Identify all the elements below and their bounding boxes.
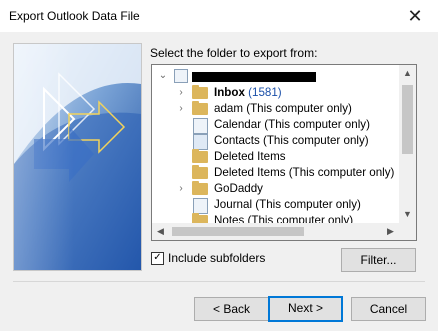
folder-prompt: Select the folder to export from: [150,46,318,60]
journal-icon [193,198,208,214]
include-subfolders-checkbox[interactable]: ✓ [151,251,164,265]
title-bar: Export Outlook Data File ✕ [0,0,438,32]
close-button[interactable]: ✕ [392,0,438,32]
scroll-up-icon[interactable]: ▲ [399,65,416,82]
scroll-corner [399,223,416,240]
folder-icon [192,101,208,115]
tree-item-deleted-items-local[interactable]: Deleted Items (This computer only) [152,165,399,181]
folder-icon [192,165,208,179]
unread-count: (1581) [248,86,282,99]
include-subfolders-label: Include subfolders [168,251,266,265]
tree-item-calendar[interactable]: Calendar (This computer only) [152,117,399,134]
tree-item-deleted-items[interactable]: Deleted Items [152,149,399,165]
wizard-banner-image [13,43,142,271]
tree-item-label: Journal (This computer only) [214,198,361,211]
cancel-button[interactable]: Cancel [351,297,426,321]
folder-icon [192,181,208,195]
mailbox-icon [174,69,188,83]
close-icon: ✕ [407,5,423,26]
notes-icon [192,213,208,223]
tree-item-godaddy[interactable]: › GoDaddy [152,181,399,197]
horizontal-scrollbar[interactable]: ◀ ▶ [152,223,399,240]
scroll-down-icon[interactable]: ▼ [399,206,416,223]
redacted-account-name [192,72,316,82]
chevron-right-icon[interactable]: › [176,181,186,197]
contacts-icon [193,134,208,150]
folder-icon [192,85,208,99]
tree-item-label: Deleted Items [214,150,286,163]
tree-item-adam[interactable]: › adam (This computer only) [152,101,399,117]
tree-item-label: Calendar (This computer only) [214,118,370,131]
tree-item-notes[interactable]: Notes (This computer only) [152,213,399,223]
horizontal-scroll-thumb[interactable] [172,227,304,236]
window-title: Export Outlook Data File [9,9,140,23]
tree-root-row[interactable]: ⌄ [152,68,399,84]
tree-item-label: Deleted Items (This computer only) [214,166,395,179]
folder-tree[interactable]: ⌄ › Inbox (1581) › adam (This computer o… [151,64,417,241]
tree-item-label: Notes (This computer only) [214,214,354,223]
include-subfolders-option[interactable]: ✓ Include subfolders [151,251,265,265]
tree-item-contacts[interactable]: Contacts (This computer only) [152,133,399,150]
chevron-right-icon[interactable]: › [176,101,186,117]
tree-item-label: GoDaddy [214,182,263,195]
filter-button[interactable]: Filter... [341,248,416,272]
tree-item-label: Contacts (This computer only) [214,134,369,147]
tree-item-journal[interactable]: Journal (This computer only) [152,197,399,214]
chevron-right-icon[interactable]: › [176,85,186,101]
scroll-left-icon[interactable]: ◀ [152,223,169,240]
chevron-down-icon[interactable]: ⌄ [158,68,168,84]
back-button[interactable]: < Back [194,297,269,321]
calendar-icon [193,118,208,134]
footer-divider [13,281,425,282]
tree-item-label: adam (This computer only) [214,102,352,115]
next-button[interactable]: Next > [268,296,343,322]
scroll-right-icon[interactable]: ▶ [382,223,399,240]
tree-item-label: Inbox [214,86,245,99]
folder-icon [192,149,208,163]
vertical-scroll-thumb[interactable] [402,85,413,154]
tree-item-inbox[interactable]: › Inbox (1581) [152,85,399,101]
vertical-scrollbar[interactable]: ▲ ▼ [399,65,416,223]
